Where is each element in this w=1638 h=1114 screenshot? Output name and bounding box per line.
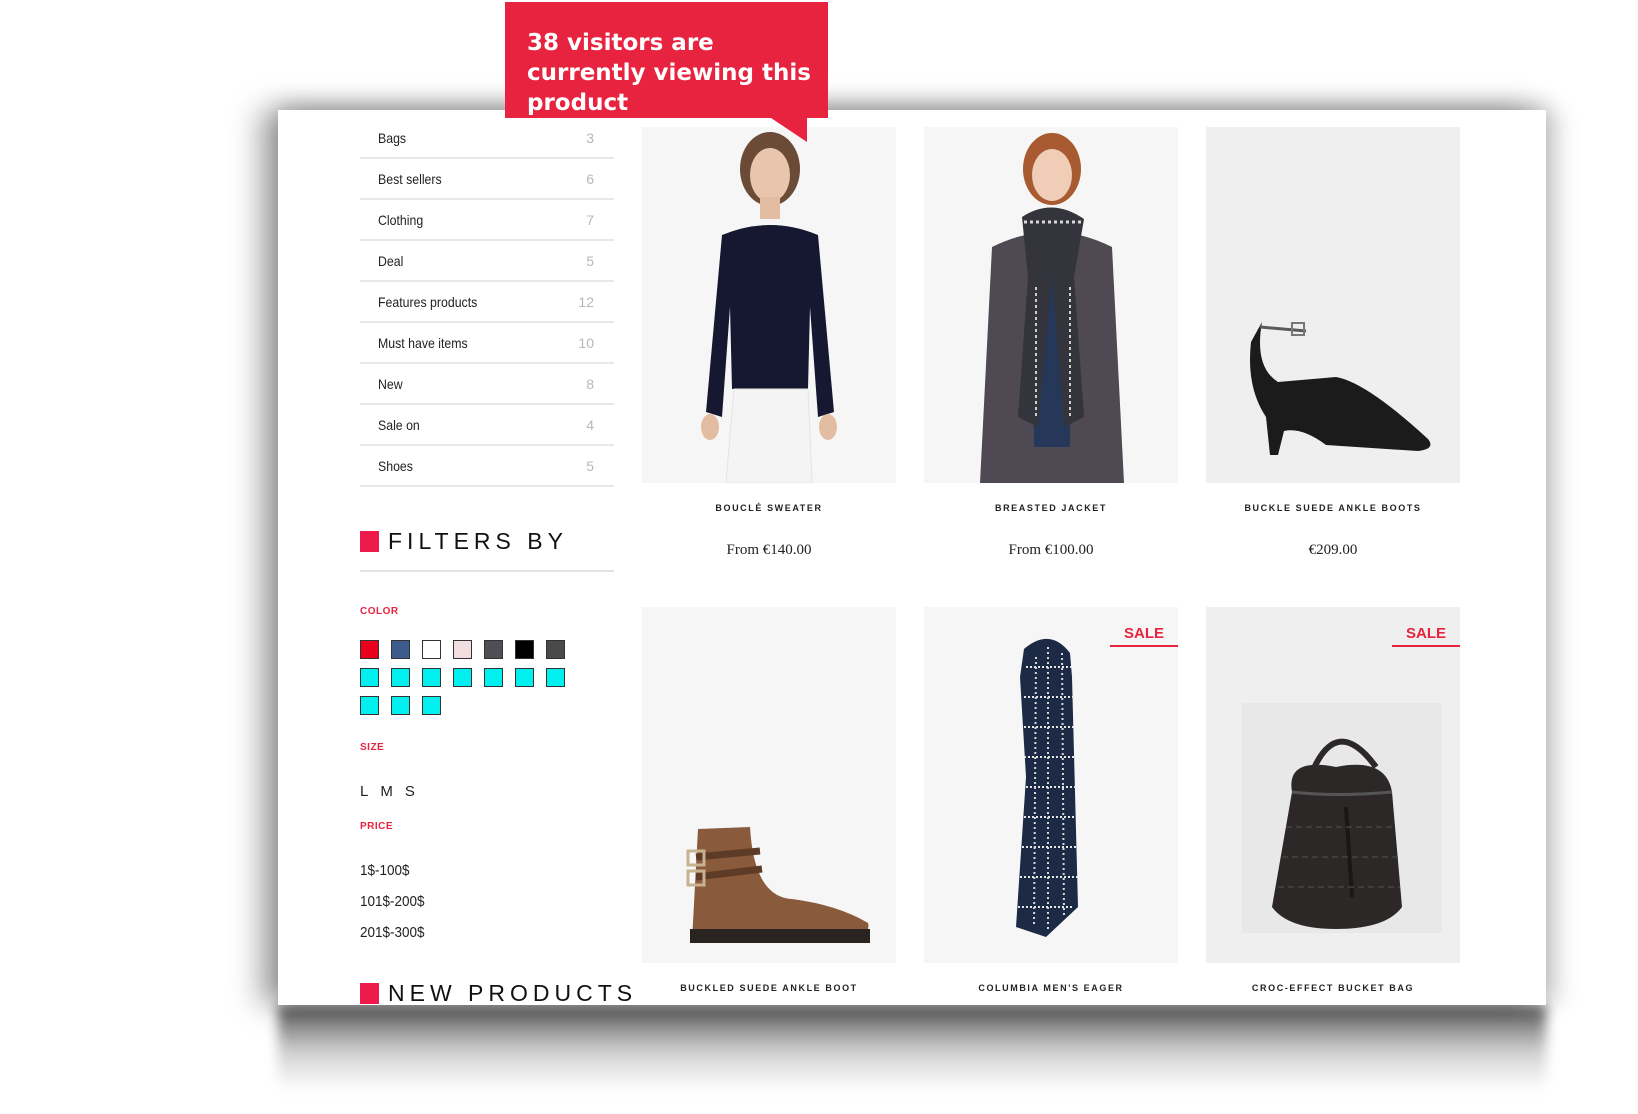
color-swatch[interactable] <box>391 640 410 659</box>
color-swatch[interactable] <box>391 696 410 715</box>
category-item-deal[interactable]: Deal 5 <box>360 241 614 282</box>
product-price: From €100.00 <box>1008 542 1094 558</box>
category-count: 6 <box>586 170 594 187</box>
product-image[interactable]: SALE <box>1206 607 1460 963</box>
category-count: 7 <box>586 211 594 228</box>
size-option-m[interactable]: M <box>380 783 393 800</box>
category-item-bags[interactable]: Bags 3 <box>360 118 614 159</box>
scarf-image <box>1016 638 1078 937</box>
price-option-2[interactable]: 101$-200$ <box>360 893 425 910</box>
product-name[interactable]: BOUCLÉ SWEATER <box>642 503 896 515</box>
color-swatch[interactable] <box>515 640 534 659</box>
category-item-must-have-items[interactable]: Must have items 10 <box>360 323 614 364</box>
product-image[interactable] <box>1206 127 1460 483</box>
color-swatch[interactable] <box>422 696 441 715</box>
price-option-3[interactable]: 201$-300$ <box>360 924 425 941</box>
color-swatch[interactable] <box>546 668 565 687</box>
new-products-heading: NEW PRODUCTS <box>360 980 637 1005</box>
size-options: L M S <box>360 783 415 800</box>
size-option-l[interactable]: L <box>360 783 368 800</box>
color-swatch[interactable] <box>515 668 534 687</box>
product-name[interactable]: BREASTED JACKET <box>924 503 1178 515</box>
product-name[interactable]: BUCKLED SUEDE ANKLE BOOT <box>642 983 896 995</box>
color-swatch[interactable] <box>546 640 565 659</box>
product-image[interactable] <box>924 127 1178 483</box>
color-swatch[interactable] <box>484 640 503 659</box>
category-count: 8 <box>586 375 594 392</box>
live-visitors-popup: 38 visitors are currently viewing this p… <box>505 2 828 118</box>
product-name[interactable]: CROC-EFFECT BUCKET BAG <box>1206 983 1460 995</box>
heading-square-icon <box>360 531 379 552</box>
category-label: Deal <box>378 252 404 269</box>
product-image[interactable] <box>642 127 896 483</box>
size-option-s[interactable]: S <box>405 783 415 800</box>
popup-tail <box>771 118 807 142</box>
product-card[interactable]: BREASTED JACKET From €100.00 <box>924 127 1178 559</box>
product-price: €209.00 <box>1308 542 1358 558</box>
category-label: Bags <box>378 129 407 146</box>
category-count: 12 <box>578 293 594 310</box>
color-swatch[interactable] <box>484 668 503 687</box>
product-card[interactable]: BUCKLED SUEDE ANKLE BOOT <box>642 607 896 995</box>
shop-panel: Bags 3 Best sellers 6 Clothing 7 Deal 5 … <box>278 110 1546 1005</box>
product-card[interactable]: BUCKLE SUEDE ANKLE BOOTS €209.00 <box>1206 127 1460 559</box>
product-image[interactable] <box>642 607 896 963</box>
color-swatch[interactable] <box>360 696 379 715</box>
product-card[interactable]: SALE CROC-EFFECT BUCKET BAG <box>1206 607 1460 995</box>
product-image[interactable]: SALE <box>924 607 1178 963</box>
category-count: 3 <box>586 129 594 146</box>
category-item-features-products[interactable]: Features products 12 <box>360 282 614 323</box>
category-count: 5 <box>586 457 594 474</box>
jacket-model-image <box>980 133 1124 483</box>
category-label: New <box>378 375 403 392</box>
sale-badge: SALE <box>1110 625 1178 647</box>
category-item-sale-on[interactable]: Sale on 4 <box>360 405 614 446</box>
category-label: Best sellers <box>378 170 442 187</box>
category-count: 5 <box>586 252 594 269</box>
color-swatch[interactable] <box>453 640 472 659</box>
category-item-best-sellers[interactable]: Best sellers 6 <box>360 159 614 200</box>
bucket-bag-image <box>1242 703 1442 933</box>
color-swatch[interactable] <box>360 668 379 687</box>
category-list: Bags 3 Best sellers 6 Clothing 7 Deal 5 … <box>360 118 614 487</box>
product-card[interactable]: BOUCLÉ SWEATER From €140.00 <box>642 127 896 559</box>
price-filter-label: PRICE <box>360 821 394 832</box>
category-item-new[interactable]: New 8 <box>360 364 614 405</box>
color-swatches <box>360 640 600 724</box>
suede-boot-image <box>686 827 870 943</box>
color-swatch[interactable] <box>453 668 472 687</box>
category-label: Shoes <box>378 457 413 474</box>
product-price: From €140.00 <box>726 542 812 558</box>
color-swatch[interactable] <box>391 668 410 687</box>
heading-square-icon <box>360 983 379 1004</box>
category-count: 4 <box>586 416 594 433</box>
size-filter-label: SIZE <box>360 742 385 753</box>
product-card[interactable]: SALE COLUMBIA MEN'S EAGER <box>924 607 1178 995</box>
sale-badge: SALE <box>1392 625 1460 647</box>
category-label: Sale on <box>378 416 420 433</box>
category-label: Must have items <box>378 334 468 351</box>
category-count: 10 <box>578 334 594 351</box>
filters-title: FILTERS BY <box>388 528 568 554</box>
color-swatch[interactable] <box>422 668 441 687</box>
panel-shadow <box>278 1005 1546 1090</box>
divider <box>360 570 614 572</box>
product-name[interactable]: BUCKLE SUEDE ANKLE BOOTS <box>1206 503 1460 515</box>
category-item-clothing[interactable]: Clothing 7 <box>360 200 614 241</box>
category-label: Features products <box>378 293 478 310</box>
sweater-model-image <box>701 132 837 483</box>
category-label: Clothing <box>378 211 424 228</box>
color-swatch[interactable] <box>422 640 441 659</box>
color-filter-label: COLOR <box>360 606 399 617</box>
ankle-boot-image <box>1250 322 1431 455</box>
new-products-title: NEW PRODUCTS <box>388 980 638 1005</box>
filters-heading: FILTERS BY <box>360 528 568 555</box>
color-swatch[interactable] <box>360 640 379 659</box>
product-name[interactable]: COLUMBIA MEN'S EAGER <box>924 983 1178 995</box>
price-option-1[interactable]: 1$-100$ <box>360 862 410 879</box>
category-item-shoes[interactable]: Shoes 5 <box>360 446 614 487</box>
live-visitors-text: 38 visitors are currently viewing this p… <box>527 30 811 116</box>
